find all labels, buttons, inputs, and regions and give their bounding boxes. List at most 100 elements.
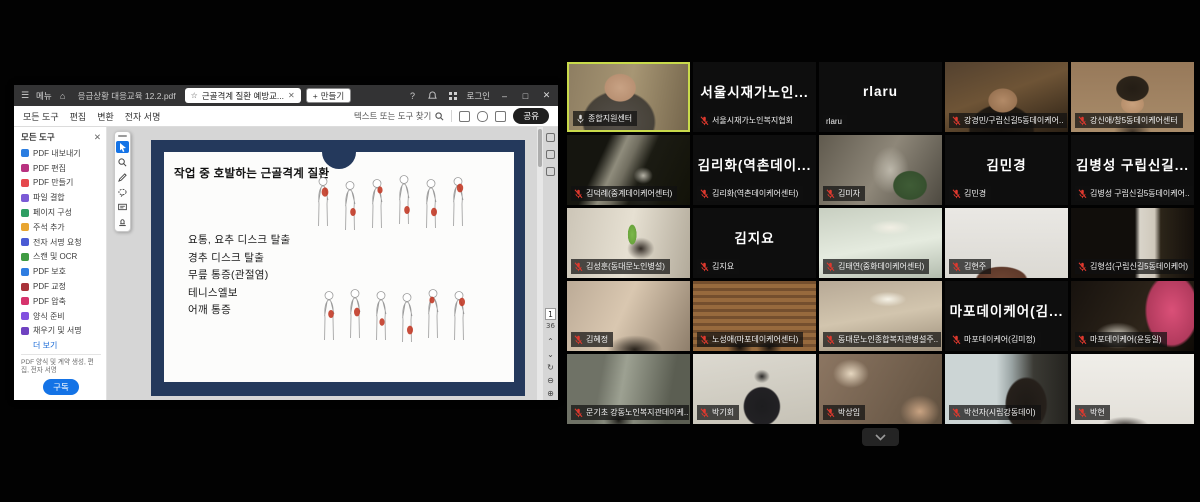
lasso-tool[interactable]	[116, 186, 129, 198]
slide-text-line: 무릎 통증(관절염)	[188, 267, 291, 285]
search-tools-field[interactable]: 텍스트 또는 도구 찾기	[354, 110, 444, 122]
menubar-item-3[interactable]: 전자 서명	[125, 110, 161, 123]
next-page-icon[interactable]: ⌄	[547, 348, 554, 361]
attachments-panel-icon[interactable]	[546, 150, 555, 159]
tool-label: PDF 만들기	[33, 177, 73, 188]
participant-label: 강경민/구립신길5동데이케어..	[949, 113, 1067, 128]
apps-grid-icon[interactable]	[447, 90, 459, 102]
previous-page-icon[interactable]: ⌃	[547, 335, 554, 348]
stamp-tool[interactable]	[116, 216, 129, 228]
participant-tile[interactable]: 문기초 강동노인복지관데이케..	[567, 354, 690, 424]
participant-tile[interactable]: 김덕례(중계데이케어센터)	[567, 135, 690, 205]
participant-name-text: 김병성 구립신길5동데이케어..	[1090, 188, 1189, 199]
sidebar-tool-item[interactable]: 주석 추가	[21, 220, 101, 235]
participant-tile[interactable]: 김태연(중화데이케어센터)	[819, 208, 942, 278]
hamburger-menu-icon[interactable]: ☰	[19, 90, 31, 102]
menubar-item-1[interactable]: 편집	[70, 110, 87, 123]
participant-label: 김형섭(구립신길5동데이케어)	[1075, 259, 1193, 274]
menubar-item-0[interactable]: 모든 도구	[23, 110, 59, 123]
grid-collapse-button[interactable]	[862, 428, 899, 446]
participant-tile-active-speaker[interactable]: 종합지원센터	[567, 62, 690, 132]
help-icon[interactable]: ?	[407, 90, 419, 102]
slide-text-line: 어깨 통증	[188, 302, 291, 320]
close-sidebar-icon[interactable]: ✕	[94, 132, 101, 143]
participant-label: 동대문노인종합복지관병설주..	[823, 332, 941, 347]
participant-tile[interactable]: 박선자(시립강동데이)	[945, 354, 1068, 424]
participant-tile[interactable]: 김성훈(동대문노인병설)	[567, 208, 690, 278]
zoom-out-icon[interactable]: ⊖	[547, 374, 554, 387]
bookmarks-panel-icon[interactable]	[546, 167, 555, 176]
participant-tile[interactable]: 박현	[1071, 354, 1194, 424]
print-icon[interactable]	[495, 111, 506, 122]
pencil-annotate-tool[interactable]	[116, 171, 129, 183]
sidebar-tool-item[interactable]: PDF 보호	[21, 264, 101, 279]
pain-figures-illustration-row1	[316, 172, 482, 238]
participant-tile[interactable]: 서울시재가노인...서울시재가노인복지협회	[693, 62, 816, 132]
participant-tile[interactable]: 김미자	[819, 135, 942, 205]
pain-figures-illustration-row2	[322, 288, 482, 350]
create-button[interactable]: + 만들기	[306, 88, 351, 103]
sidebar-tool-item[interactable]: 페이지 구성	[21, 205, 101, 220]
participant-tile[interactable]: 강경민/구립신길5동데이케어..	[945, 62, 1068, 132]
close-window-icon[interactable]: ✕	[540, 90, 553, 101]
participant-tile[interactable]: 박상임	[819, 354, 942, 424]
participant-tile[interactable]: 박기회	[693, 354, 816, 424]
muted-mic-icon	[574, 189, 583, 199]
participant-tile[interactable]: 김혜정	[567, 281, 690, 351]
muted-mic-icon	[700, 262, 709, 272]
sidebar-tool-item[interactable]: 스캔 및 OCR	[21, 250, 101, 265]
acrobat-window: ☰ 메뉴 ⌂ 응급상황 대응교육 12.2.pdf ☆ 근골격계 질환 예방교.…	[14, 85, 558, 400]
zoom-in-icon[interactable]: ⊕	[547, 387, 554, 400]
text-comment-tool[interactable]	[116, 201, 129, 213]
sidebar-tool-item[interactable]: PDF 교정	[21, 279, 101, 294]
pdf-page: 작업 중 호발하는 근골격계 질환 요통, 요추 디스크 탈출경추 디스크 탈출…	[151, 140, 525, 396]
select-tool[interactable]	[116, 141, 129, 153]
participant-center-name: 마포데이케어(김...	[945, 281, 1068, 339]
sidebar-tool-item[interactable]: 채우기 및 서명	[21, 324, 101, 339]
subscribe-button[interactable]: 구독	[43, 379, 79, 395]
sidebar-tool-item[interactable]: 양식 준비	[21, 309, 101, 324]
close-tab-icon[interactable]: ✕	[288, 91, 295, 100]
participant-tile[interactable]: 김현주	[945, 208, 1068, 278]
more-tools-link[interactable]: 더 보기	[33, 340, 101, 351]
cloud-icon[interactable]	[477, 111, 488, 122]
sidebar-tool-item[interactable]: PDF 만들기	[21, 176, 101, 191]
sidebar-tool-item[interactable]: PDF 압축	[21, 294, 101, 309]
menu-button[interactable]: 메뉴	[36, 90, 52, 102]
sidebar-tool-item[interactable]: PDF 내보내기	[21, 146, 101, 161]
participant-tile[interactable]: 김리화(역촌데이...김리화(역촌데이케어센터)	[693, 135, 816, 205]
star-icon[interactable]: ☆	[191, 91, 198, 100]
participant-tile[interactable]: 동대문노인종합복지관병설주..	[819, 281, 942, 351]
participant-tile[interactable]: 마포데이케어(윤동일)	[1071, 281, 1194, 351]
notification-bell-icon[interactable]	[427, 90, 439, 102]
participant-tile[interactable]: 강신애/창5동데이케어센터	[1071, 62, 1194, 132]
rotate-page-icon[interactable]: ↻	[547, 361, 554, 374]
participant-tile[interactable]: 김병성 구립신길...김병성 구립신길5동데이케어..	[1071, 135, 1194, 205]
sidebar-tool-item[interactable]: PDF 편집	[21, 161, 101, 176]
participant-tile[interactable]: 마포데이케어(김...마포데이케어(김미정)	[945, 281, 1068, 351]
export-doc-icon[interactable]	[459, 111, 470, 122]
menubar-item-2[interactable]: 변환	[97, 110, 114, 123]
sidebar-tool-item[interactable]: 전자 서명 요청	[21, 235, 101, 250]
toolbar-drag-handle[interactable]	[118, 135, 127, 137]
participant-tile[interactable]: 김형섭(구립신길5동데이케어)	[1071, 208, 1194, 278]
page-number-field[interactable]: 1	[545, 308, 556, 320]
muted-mic-icon	[574, 335, 583, 345]
participant-label: 김성훈(동대문노인병설)	[571, 259, 670, 274]
tab-document-2[interactable]: ☆ 근골격계 질환 예방교... ✕	[185, 88, 301, 103]
participant-tile[interactable]: rlarurlaru	[819, 62, 942, 132]
participant-tile[interactable]: 노성애(마포데이케어센터)	[693, 281, 816, 351]
zoom-tool[interactable]	[116, 156, 129, 168]
scrollbar-thumb[interactable]	[538, 129, 542, 167]
sidebar-tool-item[interactable]: 파일 결합	[21, 190, 101, 205]
plus-icon: +	[313, 91, 318, 101]
participant-tile[interactable]: 김지요김지요	[693, 208, 816, 278]
home-icon[interactable]: ⌂	[57, 90, 69, 102]
comments-panel-icon[interactable]	[546, 133, 555, 142]
login-button[interactable]: 로그인	[467, 90, 490, 102]
tab-document-1[interactable]: 응급상황 대응교육 12.2.pdf	[74, 90, 180, 102]
share-button[interactable]: 공유	[513, 108, 549, 124]
minimize-icon[interactable]: –	[498, 91, 511, 101]
maximize-icon[interactable]: □	[519, 91, 532, 101]
participant-tile[interactable]: 김민경김민경	[945, 135, 1068, 205]
